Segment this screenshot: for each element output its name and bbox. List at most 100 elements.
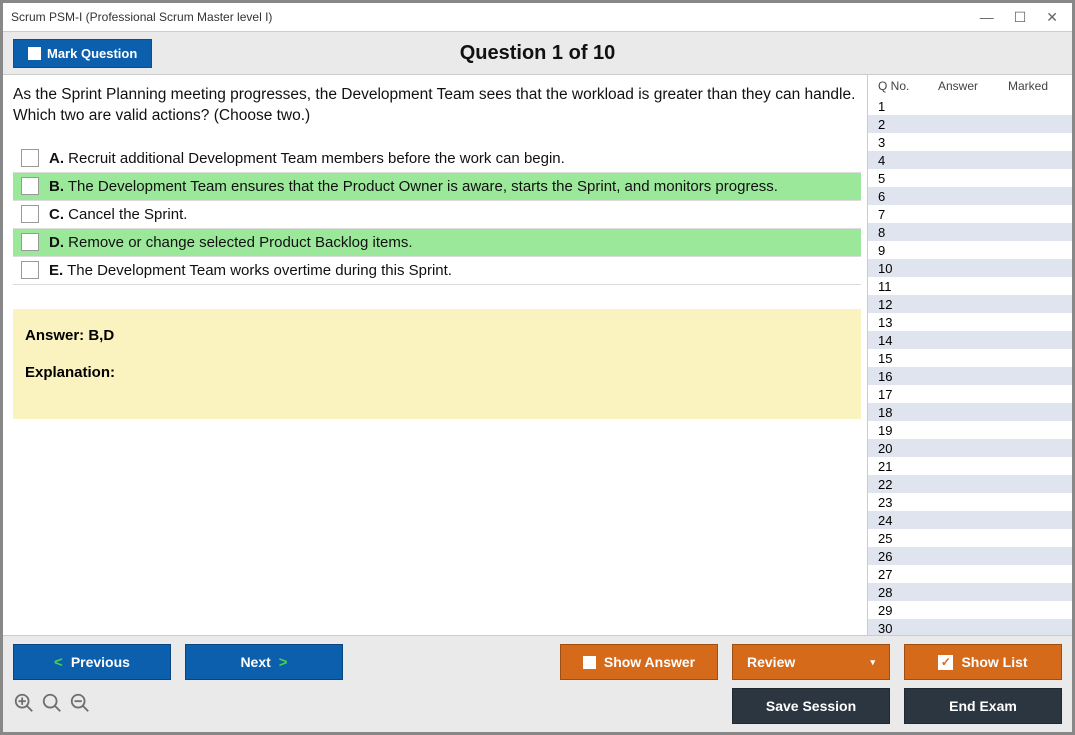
row-qno: 11: [878, 279, 938, 294]
question-list-row[interactable]: 7: [868, 205, 1072, 223]
question-list-row[interactable]: 22: [868, 475, 1072, 493]
option-label: E. The Development Team works overtime d…: [49, 262, 452, 279]
question-list-row[interactable]: 13: [868, 313, 1072, 331]
body: As the Sprint Planning meeting progresse…: [3, 75, 1072, 635]
question-text: As the Sprint Planning meeting progresse…: [13, 85, 861, 127]
row-qno: 4: [878, 153, 938, 168]
zoom-out-icon[interactable]: [69, 692, 91, 720]
question-list-row[interactable]: 30: [868, 619, 1072, 635]
option-checkbox[interactable]: [21, 261, 39, 279]
review-label: Review: [747, 654, 795, 670]
chevron-right-icon: >: [279, 654, 288, 671]
row-qno: 21: [878, 459, 938, 474]
header-bar: Mark Question Question 1 of 10: [3, 31, 1072, 75]
footer-row-1: < Previous Next > Show Answer Review ▾ ✓…: [13, 644, 1062, 680]
question-list-row[interactable]: 27: [868, 565, 1072, 583]
row-qno: 23: [878, 495, 938, 510]
option-label: D. Remove or change selected Product Bac…: [49, 234, 413, 251]
close-icon[interactable]: ✕: [1046, 9, 1058, 26]
question-list-row[interactable]: 6: [868, 187, 1072, 205]
zoom-in-icon[interactable]: [13, 692, 35, 720]
option-checkbox[interactable]: [21, 205, 39, 223]
zoom-controls: [13, 692, 91, 720]
row-qno: 8: [878, 225, 938, 240]
question-list-row[interactable]: 2: [868, 115, 1072, 133]
option-label: A. Recruit additional Development Team m…: [49, 150, 565, 167]
question-list-row[interactable]: 28: [868, 583, 1072, 601]
row-qno: 1: [878, 99, 938, 114]
next-label: Next: [240, 654, 270, 670]
end-exam-button[interactable]: End Exam: [904, 688, 1062, 724]
option-checkbox[interactable]: [21, 149, 39, 167]
question-list-row[interactable]: 11: [868, 277, 1072, 295]
titlebar: Scrum PSM-I (Professional Scrum Master l…: [3, 3, 1072, 31]
row-qno: 16: [878, 369, 938, 384]
question-list-row[interactable]: 19: [868, 421, 1072, 439]
question-list-row[interactable]: 14: [868, 331, 1072, 349]
previous-label: Previous: [71, 654, 130, 670]
option-label: C. Cancel the Sprint.: [49, 206, 187, 223]
option-row[interactable]: E. The Development Team works overtime d…: [13, 257, 861, 285]
minimize-icon[interactable]: —: [980, 9, 994, 26]
question-list-row[interactable]: 21: [868, 457, 1072, 475]
option-row[interactable]: C. Cancel the Sprint.: [13, 201, 861, 229]
row-qno: 10: [878, 261, 938, 276]
zoom-icon[interactable]: [41, 692, 63, 720]
mark-question-button[interactable]: Mark Question: [13, 39, 152, 68]
maximize-icon[interactable]: ☐: [1014, 9, 1027, 26]
question-list-row[interactable]: 15: [868, 349, 1072, 367]
col-marked: Marked: [1008, 79, 1066, 93]
question-list[interactable]: 1234567891011121314151617181920212223242…: [868, 97, 1072, 635]
footer-row-2: Save Session End Exam: [13, 688, 1062, 724]
row-qno: 12: [878, 297, 938, 312]
row-qno: 24: [878, 513, 938, 528]
question-list-row[interactable]: 4: [868, 151, 1072, 169]
question-list-row[interactable]: 9: [868, 241, 1072, 259]
question-list-row[interactable]: 18: [868, 403, 1072, 421]
option-checkbox[interactable]: [21, 177, 39, 195]
row-qno: 22: [878, 477, 938, 492]
row-qno: 13: [878, 315, 938, 330]
question-list-row[interactable]: 29: [868, 601, 1072, 619]
row-qno: 9: [878, 243, 938, 258]
row-qno: 6: [878, 189, 938, 204]
question-list-row[interactable]: 12: [868, 295, 1072, 313]
question-list-row[interactable]: 3: [868, 133, 1072, 151]
row-qno: 29: [878, 603, 938, 618]
question-list-row[interactable]: 20: [868, 439, 1072, 457]
show-answer-button[interactable]: Show Answer: [560, 644, 718, 680]
question-list-row[interactable]: 24: [868, 511, 1072, 529]
question-list-row[interactable]: 5: [868, 169, 1072, 187]
row-qno: 17: [878, 387, 938, 402]
explanation-label: Explanation:: [25, 364, 849, 381]
next-button[interactable]: Next >: [185, 644, 343, 680]
option-row[interactable]: B. The Development Team ensures that the…: [13, 173, 861, 201]
previous-button[interactable]: < Previous: [13, 644, 171, 680]
review-button[interactable]: Review ▾: [732, 644, 890, 680]
app-window: Scrum PSM-I (Professional Scrum Master l…: [0, 0, 1075, 735]
row-qno: 30: [878, 621, 938, 636]
question-list-row[interactable]: 1: [868, 97, 1072, 115]
chevron-left-icon: <: [54, 654, 63, 671]
question-list-row[interactable]: 23: [868, 493, 1072, 511]
question-list-row[interactable]: 16: [868, 367, 1072, 385]
question-list-row[interactable]: 25: [868, 529, 1072, 547]
checkbox-icon: [583, 656, 596, 669]
question-list-row[interactable]: 17: [868, 385, 1072, 403]
row-qno: 15: [878, 351, 938, 366]
question-list-panel: Q No. Answer Marked 12345678910111213141…: [867, 75, 1072, 635]
row-qno: 25: [878, 531, 938, 546]
mark-label: Mark Question: [47, 46, 137, 61]
question-list-row[interactable]: 8: [868, 223, 1072, 241]
row-qno: 14: [878, 333, 938, 348]
question-list-row[interactable]: 26: [868, 547, 1072, 565]
option-row[interactable]: D. Remove or change selected Product Bac…: [13, 229, 861, 257]
option-row[interactable]: A. Recruit additional Development Team m…: [13, 145, 861, 173]
save-session-button[interactable]: Save Session: [732, 688, 890, 724]
checkmark-icon: ✓: [938, 655, 953, 670]
row-qno: 26: [878, 549, 938, 564]
window-controls: — ☐ ✕: [980, 9, 1058, 26]
question-list-row[interactable]: 10: [868, 259, 1072, 277]
show-list-button[interactable]: ✓ Show List: [904, 644, 1062, 680]
option-checkbox[interactable]: [21, 233, 39, 251]
